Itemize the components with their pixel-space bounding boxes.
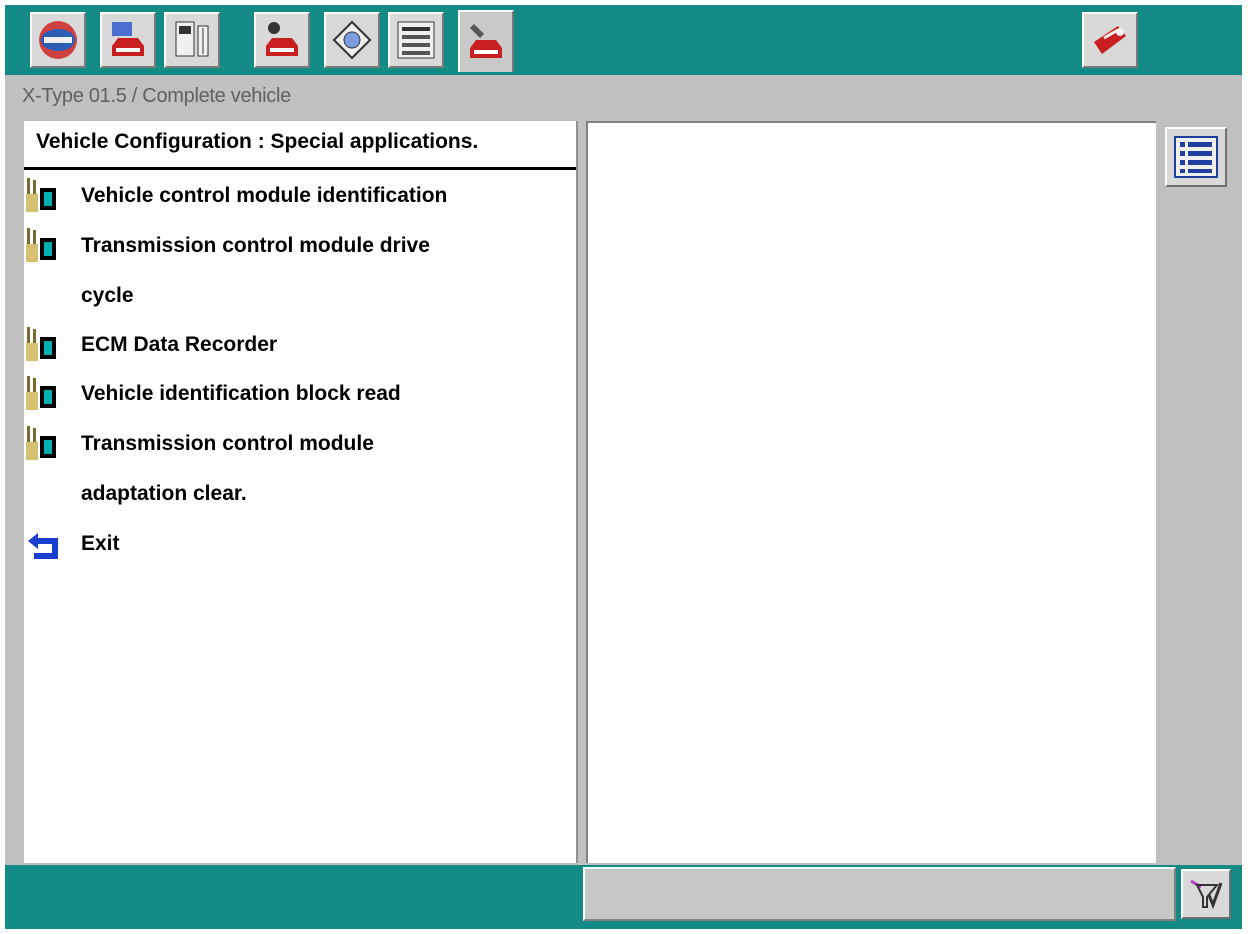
module-config-icon[interactable] (164, 12, 220, 68)
toolbox-icon[interactable] (1082, 12, 1138, 68)
special-apps-car-icon[interactable] (458, 10, 514, 72)
menu-item-ecm-data-recorder[interactable]: ECM Data Recorder (24, 320, 564, 370)
tool-module-icon (26, 426, 56, 460)
tick-icon (1190, 879, 1223, 910)
exit-arrow-icon (28, 533, 58, 559)
app-window: X-Type 01.5 / Complete vehicle Vehicle C… (0, 0, 1248, 934)
confirm-button[interactable] (1181, 869, 1231, 919)
tool-module-icon (26, 376, 56, 410)
breadcrumb: X-Type 01.5 / Complete vehicle (22, 85, 291, 107)
menu-item-transmission-control-module-adaptation-clear[interactable]: Transmission control module adaptation c… (24, 419, 564, 519)
status-bar (583, 867, 1176, 921)
menu-item-vehicle-control-module-identification[interactable]: Vehicle control module identification (24, 171, 564, 221)
menu-item-transmission-control-module-drive-cycle[interactable]: Transmission control module drive cycle (24, 221, 564, 321)
data-list-icon[interactable] (388, 12, 444, 68)
panel-title-divider (24, 167, 576, 170)
tool-module-icon (26, 228, 56, 262)
list-view-button[interactable] (1165, 127, 1227, 187)
disc-icon[interactable] (324, 12, 380, 68)
home-logo-icon[interactable] (30, 12, 86, 68)
details-panel (586, 121, 1156, 863)
diagnostics-car-icon[interactable] (254, 12, 310, 68)
menu-item-exit[interactable]: Exit (24, 519, 564, 569)
tool-module-icon (26, 178, 56, 212)
list-icon (1174, 136, 1218, 178)
tool-module-icon (26, 327, 56, 361)
vehicle-info-icon[interactable] (100, 12, 156, 68)
panel-title: Vehicle Configuration : Special applicat… (36, 130, 479, 153)
menu-item-vehicle-identification-block-read[interactable]: Vehicle identification block read (24, 369, 564, 419)
